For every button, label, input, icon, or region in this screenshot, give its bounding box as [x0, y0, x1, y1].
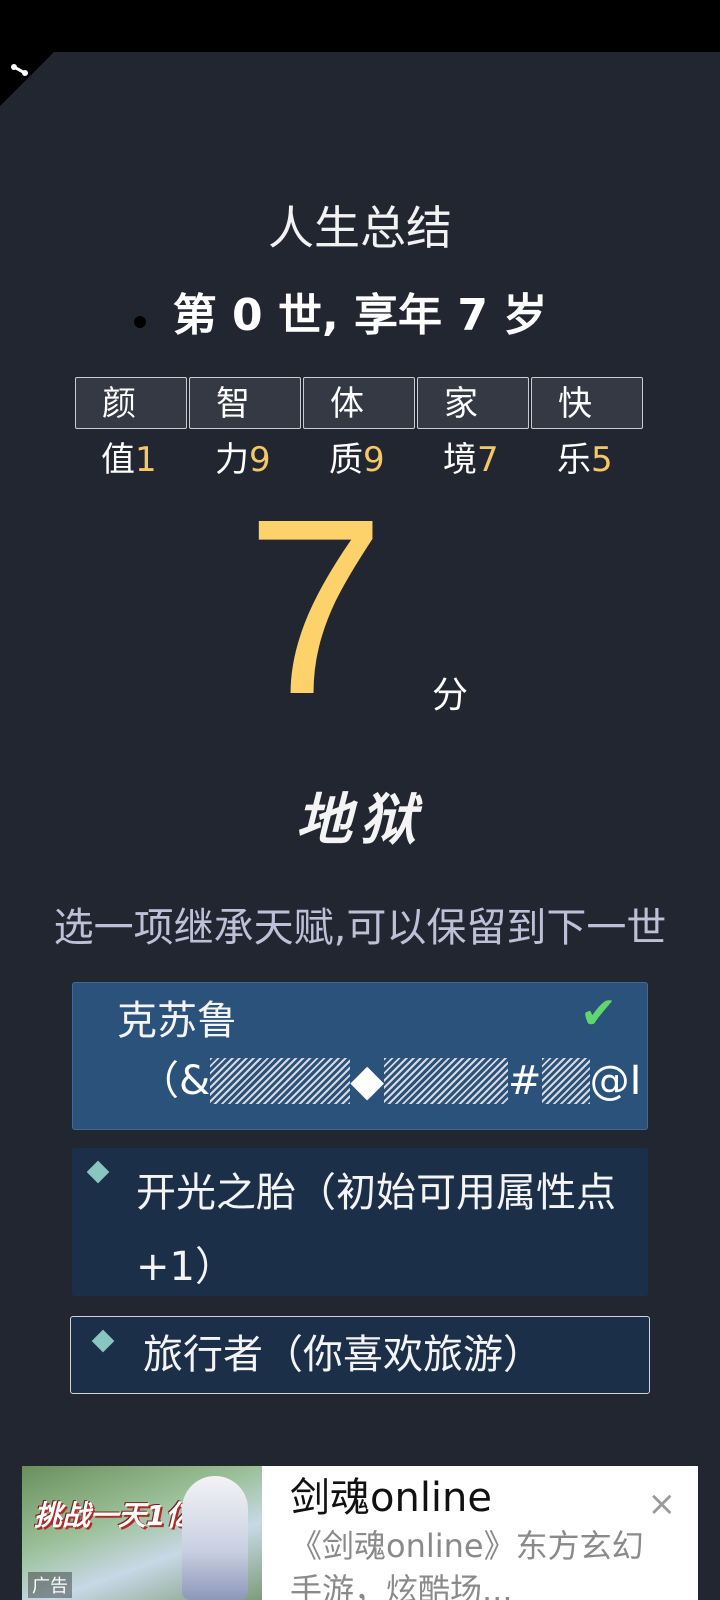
- check-icon: ✔: [580, 988, 617, 1039]
- attribute-label-top: 体: [303, 377, 415, 429]
- attribute-happiness: 快 乐5: [531, 377, 643, 485]
- attribute-label-top: 智: [189, 377, 301, 429]
- ad-label: 广告: [28, 1572, 72, 1598]
- total-score: 7: [246, 467, 386, 746]
- diamond-bullet-icon: [91, 1329, 115, 1353]
- attribute-label-bottom: 境7: [443, 440, 499, 480]
- close-icon[interactable]: ×: [648, 1484, 677, 1524]
- attribute-label-top: 快: [531, 377, 643, 429]
- attribute-value: 7: [477, 440, 499, 480]
- talent-option-kaiguang[interactable]: 开光之胎（初始可用属性点+1）: [72, 1148, 648, 1296]
- attribute-value: 5: [591, 440, 613, 480]
- life-summary: 第 0 世, 享年 7 岁: [172, 290, 548, 341]
- talent-name: 旅行者（你喜欢旅游）: [143, 1332, 543, 1378]
- talent-name: 克苏鲁: [117, 998, 237, 1044]
- ad-banner[interactable]: 挑战一天1亿 广告 剑魂online 《剑魂online》东方玄幻手游，炫酷场.…: [22, 1466, 698, 1600]
- talent-name: 开光之胎（初始可用属性点+1）: [136, 1170, 616, 1290]
- diamond-bullet-icon: [86, 1160, 110, 1184]
- ad-image[interactable]: 挑战一天1亿 广告: [22, 1466, 262, 1600]
- talent-description: （& ◆ # @I: [139, 1055, 642, 1106]
- menu-corner-icon[interactable]: [9, 61, 31, 79]
- inherit-prompt: 选一项继承天赋,可以保留到下一世: [53, 905, 667, 951]
- ad-title[interactable]: 剑魂online: [290, 1472, 492, 1524]
- status-bar: [0, 0, 720, 52]
- talent-option-cthulhu[interactable]: 克苏鲁 ✔ （& ◆ # @I: [72, 982, 648, 1130]
- attribute-label-bottom: 乐5: [557, 440, 613, 480]
- page-title: 人生总结: [268, 201, 452, 255]
- attribute-family: 家 境7: [417, 377, 529, 485]
- grade-label: 地狱: [296, 787, 424, 853]
- ad-description[interactable]: 《剑魂online》东方玄幻手游，炫酷场...: [290, 1524, 650, 1600]
- attribute-label-top: 颜: [75, 377, 187, 429]
- ad-image-slogan: 挑战一天1亿: [34, 1499, 194, 1532]
- talent-option-traveler[interactable]: 旅行者（你喜欢旅游）: [70, 1316, 650, 1394]
- score-unit: 分: [432, 675, 469, 716]
- attribute-value: 1: [135, 440, 157, 480]
- attribute-label-bottom: 值1: [101, 440, 157, 480]
- attribute-appearance: 颜 值1: [75, 377, 187, 485]
- attribute-label-top: 家: [417, 377, 529, 429]
- ad-character-figure: [182, 1476, 248, 1600]
